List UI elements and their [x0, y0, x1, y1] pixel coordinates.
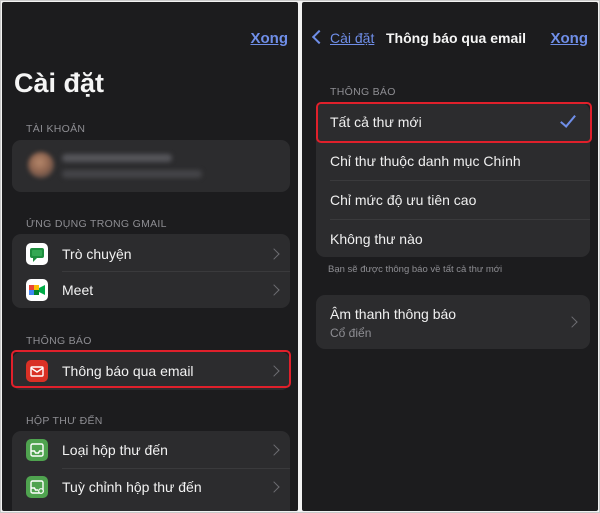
option-label: Chỉ thư thuộc danh mục Chính — [330, 153, 521, 169]
apps-card: Trò chuyện Meet — [12, 234, 290, 308]
chevron-right-icon — [268, 284, 280, 296]
sound-title: Âm thanh thông báo — [330, 306, 457, 322]
app-row-chat[interactable]: Trò chuyện — [12, 236, 290, 272]
highlight-box — [11, 350, 291, 388]
inbox-type-row[interactable]: Loại hộp thư đến — [12, 432, 290, 468]
inbox-settings-icon — [26, 476, 48, 498]
notify-footnote: Bạn sẽ được thông báo về tất cả thư mới — [328, 264, 503, 275]
inbox-card: Loại hộp thư đến Tuỳ chỉnh hộp thư đến — [12, 431, 290, 511]
sound-card[interactable]: Âm thanh thông báo Cổ điển — [316, 295, 590, 349]
sound-value: Cổ điển — [330, 326, 372, 340]
apps-section-label: ỨNG DỤNG TRONG GMAIL — [26, 218, 167, 230]
chevron-right-icon — [268, 248, 280, 260]
app-label-chat: Trò chuyện — [62, 246, 132, 262]
avatar — [28, 152, 54, 178]
chevron-left-icon — [311, 29, 327, 45]
inbox-icon — [26, 439, 48, 461]
back-label: Cài đặt — [330, 30, 375, 46]
option-label: Chỉ mức độ ưu tiên cao — [330, 192, 477, 208]
inbox-section-label: HỘP THƯ ĐẾN — [26, 415, 103, 427]
page-title: Cài đặt — [14, 68, 105, 98]
option-none[interactable]: Không thư nào — [316, 220, 590, 258]
inbox-customize-row[interactable]: Tuỳ chỉnh hộp thư đến — [12, 469, 290, 505]
chat-icon — [26, 243, 48, 265]
account-name-blurred — [62, 154, 172, 162]
account-section-label: TÀI KHOẢN — [26, 123, 86, 135]
notify-level-section-label: THÔNG BÁO — [330, 86, 396, 98]
inbox-type-label: Loại hộp thư đến — [62, 442, 168, 458]
account-email-blurred — [62, 170, 202, 178]
option-label: Không thư nào — [330, 231, 423, 247]
notify-section-label: THÔNG BÁO — [26, 335, 92, 347]
account-card[interactable] — [12, 140, 290, 192]
done-button[interactable]: Xong — [551, 30, 589, 47]
option-primary-only[interactable]: Chỉ thư thuộc danh mục Chính — [316, 142, 590, 180]
inbox-customize-label: Tuỳ chỉnh hộp thư đến — [62, 479, 202, 495]
app-row-meet[interactable]: Meet — [12, 272, 290, 308]
chevron-right-icon — [268, 481, 280, 493]
settings-panel: Xong Cài đặt TÀI KHOẢN ỨNG DỤNG TRONG GM… — [2, 2, 298, 511]
done-button[interactable]: Xong — [251, 30, 289, 47]
nav-title: Thông báo qua email — [386, 30, 527, 46]
chevron-right-icon — [566, 316, 578, 328]
option-high-priority[interactable]: Chỉ mức độ ưu tiên cao — [316, 181, 590, 219]
back-button[interactable]: Cài đặt — [311, 29, 375, 46]
highlight-box — [316, 102, 592, 143]
app-label-meet: Meet — [62, 282, 94, 298]
chevron-right-icon — [268, 444, 280, 456]
email-notifications-panel: Cài đặt Thông báo qua email Xong THÔNG B… — [302, 2, 598, 511]
meet-icon — [26, 279, 48, 301]
